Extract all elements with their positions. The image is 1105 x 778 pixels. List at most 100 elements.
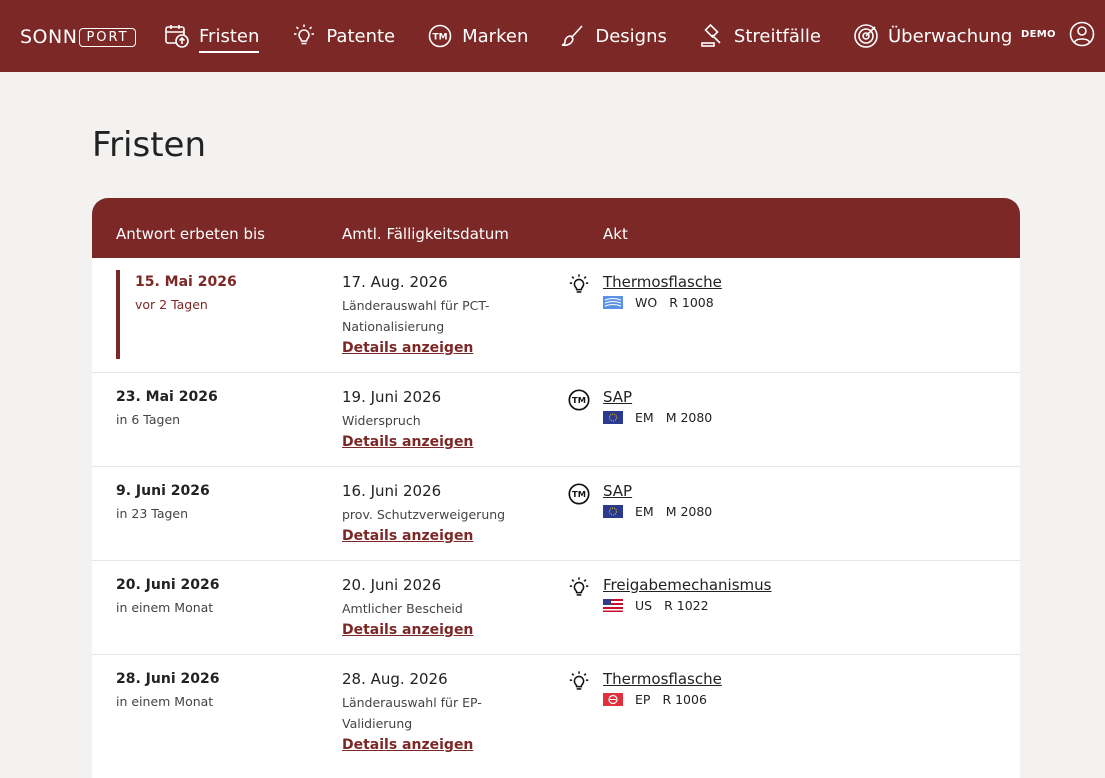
brush-icon — [562, 25, 583, 47]
office-code: EM — [635, 504, 654, 519]
action-type: Amtlicher Bescheid — [342, 601, 463, 616]
reply-cell: 28. Juni 2026 in einem Monat — [116, 671, 219, 709]
reply-date: 28. Juni 2026 — [116, 671, 220, 687]
details-link[interactable]: Details anzeigen — [342, 622, 473, 638]
akt-title-link[interactable]: SAP — [603, 482, 632, 500]
relative-time: in 23 Tagen — [116, 506, 189, 521]
details-link[interactable]: Details anzeigen — [342, 528, 473, 544]
akt-meta: US R 1022 — [603, 598, 709, 613]
nav-label-patente: Patente — [326, 25, 396, 47]
lightbulb-icon — [294, 24, 315, 45]
action-type: Länderauswahl für EP-Validierung — [342, 695, 482, 731]
column-header-akt: Akt — [603, 225, 628, 243]
relative-time: vor 2 Tagen — [135, 297, 208, 312]
akt-title-link[interactable]: Thermosflasche — [603, 670, 722, 688]
logo-text-right: PORT — [79, 27, 136, 47]
table-row: 15. Mai 2026 vor 2 Tagen 17. Aug. 2026 L… — [92, 258, 1020, 373]
nav-label-streitfaelle: Streitfälle — [733, 25, 821, 47]
main-nav: Fristen Patente TM Marken Designs Streit… — [164, 0, 1044, 72]
radar-icon — [854, 24, 878, 48]
official-cell: 17. Aug. 2026 Länderauswahl für PCT-Nati… — [342, 273, 512, 356]
column-header-reply-date: Antwort erbeten bis — [116, 225, 265, 243]
lightbulb-icon — [569, 577, 589, 596]
official-date: 28. Aug. 2026 — [342, 670, 448, 688]
table-header: Antwort erbeten bis Amtl. Fälligkeitsdat… — [92, 198, 1020, 258]
nav-item-ueberwachung[interactable]: Überwachung — [853, 23, 1012, 49]
calendar-icon — [165, 25, 189, 48]
official-date: 16. Juni 2026 — [342, 482, 442, 500]
reply-date: 23. Mai 2026 — [116, 389, 218, 405]
urgent-indicator — [116, 270, 120, 359]
logo-text-left: SONN — [20, 26, 78, 48]
action-type: Länderauswahl für PCT-Nationalisierung — [342, 298, 490, 334]
details-link[interactable]: Details anzeigen — [342, 737, 473, 753]
trademark-icon: TM — [568, 389, 590, 411]
reply-cell: 20. Juni 2026 in einem Monat — [116, 577, 219, 615]
office-code: EP — [635, 692, 651, 707]
table-row: 28. Juni 2026 in einem Monat 28. Aug. 20… — [92, 655, 1020, 775]
lightbulb-icon — [569, 274, 589, 293]
user-icon — [1069, 21, 1095, 47]
official-date: 20. Juni 2026 — [342, 576, 442, 594]
reference-number: R 1022 — [664, 598, 709, 613]
nav-item-designs[interactable]: Designs — [560, 23, 667, 49]
akt-title-link[interactable]: SAP — [603, 388, 632, 406]
wipo-flag-icon — [603, 296, 623, 309]
nav-item-marken[interactable]: TM Marken — [427, 23, 528, 49]
nav-label-designs: Designs — [595, 25, 667, 47]
trademark-icon: TM — [428, 24, 452, 48]
sonnport-logo[interactable]: SONN PORT — [20, 26, 136, 48]
reply-date: 15. Mai 2026 — [135, 274, 237, 290]
nav-item-patente[interactable]: Patente — [291, 23, 395, 49]
demo-badge: DEMO — [1021, 29, 1056, 40]
nav-item-streitfaelle[interactable]: Streitfälle — [699, 23, 821, 49]
akt-meta: EP R 1006 — [603, 692, 707, 707]
page-title: Fristen — [92, 125, 207, 165]
deadlines-table: Antwort erbeten bis Amtl. Fälligkeitsdat… — [92, 198, 1020, 778]
akt-title-link[interactable]: Thermosflasche — [603, 273, 722, 291]
reply-cell: 15. Mai 2026 vor 2 Tagen — [135, 274, 237, 312]
reply-date: 20. Juni 2026 — [116, 577, 220, 593]
nav-item-fristen[interactable]: Fristen — [164, 20, 260, 53]
official-cell: 19. Juni 2026 Widerspruch Details anzeig… — [342, 388, 512, 450]
reply-date: 9. Juni 2026 — [116, 483, 210, 499]
reference-number: M 2080 — [665, 410, 713, 425]
official-date: 17. Aug. 2026 — [342, 273, 448, 291]
akt-meta: EM M 2080 — [603, 504, 712, 519]
akt-meta: EM M 2080 — [603, 410, 712, 425]
relative-time: in einem Monat — [116, 694, 214, 709]
nav-label-marken: Marken — [462, 25, 529, 47]
table-row: 20. Juni 2026 in einem Monat 20. Juni 20… — [92, 561, 1020, 655]
top-navigation-bar: SONN PORT Fristen Patente TM Marken Desi… — [0, 0, 1105, 72]
official-date: 19. Juni 2026 — [342, 388, 442, 406]
relative-time: in 6 Tagen — [116, 412, 181, 427]
akt-meta: WO R 1008 — [603, 295, 714, 310]
details-link[interactable]: Details anzeigen — [342, 434, 473, 450]
akt-title-link[interactable]: Freigabemechanismus — [603, 576, 771, 594]
eu-flag-icon — [603, 505, 623, 518]
official-cell: 28. Aug. 2026 Länderauswahl für EP-Valid… — [342, 670, 512, 753]
svg-text:TM: TM — [572, 489, 586, 499]
action-type: prov. Schutzverweigerung — [342, 507, 506, 522]
user-account-button[interactable] — [1069, 21, 1095, 51]
reference-number: R 1008 — [669, 295, 714, 310]
reference-number: M 2080 — [665, 504, 713, 519]
office-code: EM — [635, 410, 654, 425]
action-type: Widerspruch — [342, 413, 421, 428]
official-cell: 16. Juni 2026 prov. Schutzverweigerung D… — [342, 482, 512, 544]
table-row: 9. Juni 2026 in 23 Tagen 16. Juni 2026 p… — [92, 467, 1020, 561]
column-header-official-date: Amtl. Fälligkeitsdatum — [342, 225, 509, 243]
office-code: WO — [635, 295, 658, 310]
epo-flag-icon — [603, 693, 623, 706]
reference-number: R 1006 — [662, 692, 707, 707]
eu-flag-icon — [603, 411, 623, 424]
svg-text:TM: TM — [433, 33, 448, 43]
lightbulb-icon — [569, 671, 589, 690]
reply-cell: 9. Juni 2026 in 23 Tagen — [116, 483, 210, 521]
details-link[interactable]: Details anzeigen — [342, 340, 473, 356]
nav-label-fristen: Fristen — [199, 26, 260, 53]
official-cell: 20. Juni 2026 Amtlicher Bescheid Details… — [342, 576, 512, 638]
gavel-icon — [701, 23, 721, 47]
table-row: 23. Mai 2026 in 6 Tagen 19. Juni 2026 Wi… — [92, 373, 1020, 467]
svg-text:TM: TM — [572, 395, 586, 405]
